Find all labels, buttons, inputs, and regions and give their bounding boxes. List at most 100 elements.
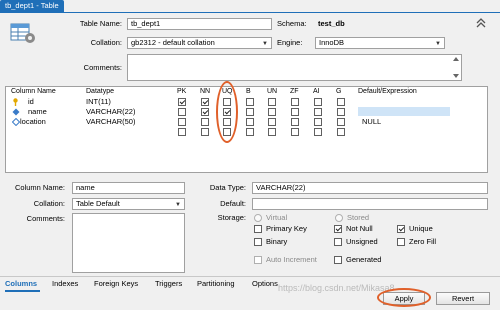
pk-checkbox[interactable]: [178, 128, 186, 136]
un-checkbox[interactable]: [268, 128, 276, 136]
ai-checkbox[interactable]: [314, 108, 322, 116]
unsigned-checkbox[interactable]: [334, 238, 342, 246]
table-row-new[interactable]: [6, 127, 487, 137]
g-checkbox[interactable]: [337, 118, 345, 126]
zf-checkbox[interactable]: [291, 118, 299, 126]
editor-tab[interactable]: tb_dept1 - Table: [0, 0, 64, 12]
ai-checkbox[interactable]: [314, 128, 322, 136]
not-null-label: Not Null: [346, 224, 373, 233]
b-checkbox[interactable]: [246, 108, 254, 116]
header-pk[interactable]: PK: [177, 88, 186, 95]
columns-grid[interactable]: Column Name Datatype PK NN UQ B UN ZF AI…: [5, 81, 488, 173]
zero-fill-label: Zero Fill: [409, 237, 437, 246]
storage-label: Storage:: [217, 213, 246, 222]
table-comments-textarea[interactable]: [127, 54, 462, 81]
engine-select-value: InnoDB: [319, 38, 345, 47]
g-checkbox[interactable]: [337, 108, 345, 116]
unsigned-label: Unsigned: [346, 237, 378, 246]
ai-checkbox[interactable]: [314, 98, 322, 106]
b-checkbox[interactable]: [246, 98, 254, 106]
column-name-input[interactable]: name: [72, 182, 185, 194]
table-name-input[interactable]: tb_dept1: [127, 18, 272, 30]
table-row[interactable]: location VARCHAR(50) NULL: [6, 117, 487, 127]
default-input[interactable]: [252, 198, 488, 210]
b-checkbox[interactable]: [246, 128, 254, 136]
column-collation-select[interactable]: Table Default ▼: [72, 198, 185, 210]
b-checkbox[interactable]: [246, 118, 254, 126]
header-ai[interactable]: AI: [313, 88, 320, 95]
primary-key-label: Primary Key: [266, 224, 307, 233]
data-type-label: Data Type:: [209, 183, 246, 192]
data-type-input[interactable]: VARCHAR(22): [252, 182, 488, 194]
header-column-name[interactable]: Column Name: [11, 88, 56, 95]
collation-select[interactable]: gb2312 - default collation ▼: [127, 37, 272, 49]
row-default: NULL: [362, 117, 382, 126]
un-checkbox[interactable]: [268, 98, 276, 106]
nn-checkbox[interactable]: [201, 118, 209, 126]
column-collation-label: Collation:: [33, 199, 65, 208]
collation-label: Collation:: [90, 38, 122, 47]
header-nn[interactable]: NN: [200, 88, 210, 95]
tab-columns-underline: [5, 290, 40, 292]
pk-checkbox[interactable]: [178, 108, 186, 116]
header-b[interactable]: B: [246, 88, 251, 95]
row-default-edit[interactable]: [358, 107, 450, 116]
storage-stored-radio[interactable]: [335, 214, 343, 222]
watermark-text: https://blog.csdn.net/Mikasa8: [278, 283, 395, 293]
g-checkbox[interactable]: [337, 128, 345, 136]
zf-checkbox[interactable]: [291, 108, 299, 116]
column-comments-label: Comments:: [26, 214, 65, 223]
revert-button[interactable]: Revert: [436, 292, 490, 305]
header-g[interactable]: G: [336, 88, 341, 95]
schema-label: Schema:: [277, 19, 307, 28]
chevron-down-icon: ▼: [262, 41, 268, 47]
comments-label: Comments:: [83, 63, 122, 72]
comments-scroll-arrows[interactable]: [451, 55, 461, 80]
un-checkbox[interactable]: [268, 118, 276, 126]
tab-indexes[interactable]: Indexes: [52, 279, 78, 289]
g-checkbox[interactable]: [337, 98, 345, 106]
binary-label: Binary: [266, 237, 288, 246]
pk-checkbox[interactable]: [178, 118, 186, 126]
chevron-down-icon: ▼: [175, 202, 181, 208]
primary-key-checkbox[interactable]: [254, 225, 262, 233]
engine-label: Engine:: [277, 38, 303, 47]
pk-checkbox[interactable]: [178, 98, 186, 106]
tab-options[interactable]: Options: [252, 279, 278, 289]
collapse-chevron-icon[interactable]: [475, 17, 487, 29]
nn-checkbox[interactable]: [201, 108, 209, 116]
collation-select-value: gb2312 - default collation: [131, 38, 215, 47]
zf-checkbox[interactable]: [291, 98, 299, 106]
table-icon: [10, 21, 36, 45]
header-un[interactable]: UN: [267, 88, 277, 95]
header-default[interactable]: Default/Expression: [358, 88, 417, 95]
row-column-name: name: [28, 107, 47, 116]
header-zf[interactable]: ZF: [290, 88, 299, 95]
default-label: Default:: [220, 199, 246, 208]
binary-checkbox[interactable]: [254, 238, 262, 246]
un-checkbox[interactable]: [268, 108, 276, 116]
unique-checkbox[interactable]: [397, 225, 405, 233]
generated-checkbox[interactable]: [334, 256, 342, 264]
ai-checkbox[interactable]: [314, 118, 322, 126]
header-datatype[interactable]: Datatype: [86, 88, 114, 95]
table-row[interactable]: name VARCHAR(22): [6, 107, 487, 117]
tab-partitioning[interactable]: Partitioning: [197, 279, 235, 289]
nn-checkbox[interactable]: [201, 98, 209, 106]
table-row[interactable]: id INT(11): [6, 97, 487, 107]
tab-triggers[interactable]: Triggers: [155, 279, 182, 289]
storage-virtual-radio[interactable]: [254, 214, 262, 222]
table-name-label: Table Name:: [79, 19, 122, 28]
zero-fill-checkbox[interactable]: [397, 238, 405, 246]
tab-columns[interactable]: Columns: [5, 279, 37, 289]
not-null-checkbox[interactable]: [334, 225, 342, 233]
nn-checkbox[interactable]: [201, 128, 209, 136]
row-datatype: INT(11): [86, 97, 111, 106]
uq-highlight-annotation: [216, 81, 238, 143]
column-comments-textarea[interactable]: [72, 213, 185, 273]
tab-foreign-keys[interactable]: Foreign Keys: [94, 279, 138, 289]
engine-select[interactable]: InnoDB ▼: [315, 37, 445, 49]
auto-increment-checkbox[interactable]: [254, 256, 262, 264]
zf-checkbox[interactable]: [291, 128, 299, 136]
apply-highlight-annotation: [377, 288, 431, 307]
